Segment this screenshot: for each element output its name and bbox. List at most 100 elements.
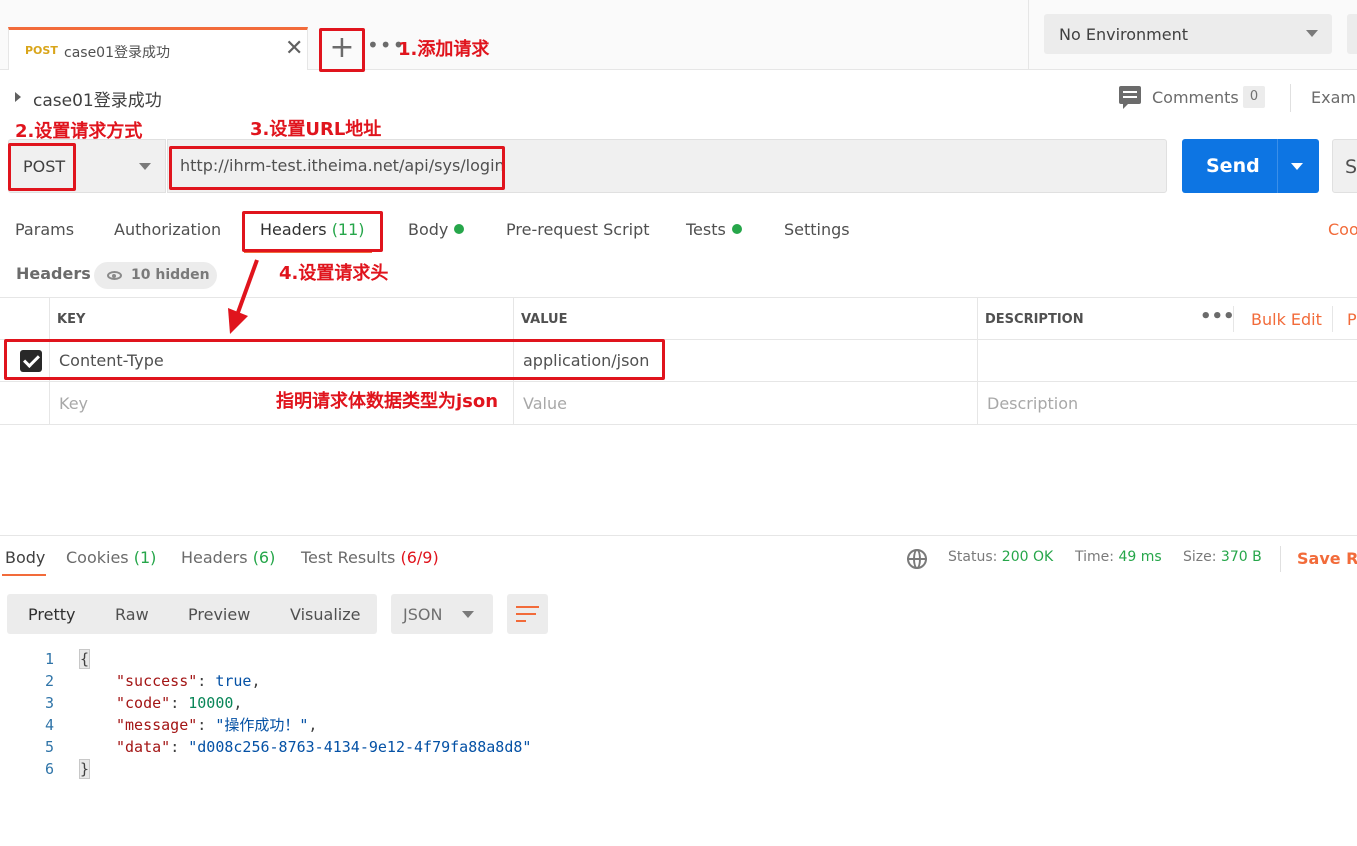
view-tab-pretty[interactable]: Pretty [28, 605, 75, 624]
response-view-tabs: Pretty Raw Preview Visualize [7, 594, 377, 634]
divider [1277, 139, 1278, 193]
json-value: "操作成功！" [215, 716, 309, 734]
bulk-edit-button[interactable]: Bulk Edit [1251, 310, 1322, 329]
environment-select[interactable]: No Environment [1044, 14, 1332, 54]
json-key: "code" [116, 694, 171, 712]
save-label: Sa [1345, 156, 1357, 178]
tab-settings[interactable]: Settings [784, 220, 850, 239]
time-value[interactable]: 49 ms [1118, 549, 1161, 565]
table-row: Content-Type application/json [0, 340, 1357, 382]
format-label: JSON [403, 605, 443, 624]
code-line: "code": 10000, [116, 694, 243, 712]
view-tab-preview[interactable]: Preview [188, 605, 250, 624]
header-enabled-checkbox[interactable] [20, 350, 42, 372]
new-key-input[interactable]: Key [59, 394, 88, 413]
json-brace: { [78, 649, 91, 669]
active-tab-indicator [2, 574, 46, 576]
test-results-label: Test Results [301, 548, 396, 567]
column-value: VALUE [521, 312, 568, 327]
environment-quick-look-button[interactable] [1347, 14, 1357, 54]
send-button[interactable]: Send [1182, 139, 1319, 193]
comments-count-badge: 0 [1243, 86, 1265, 108]
code-link[interactable]: Coo [1328, 220, 1357, 239]
response-tab-body[interactable]: Body [5, 548, 45, 567]
code-line: "message": "操作成功！", [116, 716, 318, 734]
annotation-add-request: 1.添加请求 [398, 39, 490, 60]
response-tab-test-results[interactable]: Test Results (6/9) [301, 548, 439, 567]
headers-section-title: Headers [16, 264, 91, 283]
tab-title: case01登录成功 [64, 45, 170, 61]
tab-headers-count: (11) [331, 220, 365, 239]
cookies-count: (1) [133, 548, 157, 567]
new-description-input[interactable]: Description [987, 394, 1078, 413]
tab-tests-label: Tests [686, 220, 726, 239]
hidden-headers-toggle[interactable]: 10 hidden [94, 262, 217, 289]
close-icon[interactable]: ✕ [285, 38, 303, 60]
chevron-down-icon [462, 611, 474, 618]
column-key: KEY [57, 312, 86, 327]
divider [513, 382, 514, 425]
json-key: "data" [116, 738, 171, 756]
time-label: Time: [1075, 549, 1114, 565]
comments-button[interactable]: Comments [1152, 88, 1239, 107]
send-label: Send [1206, 155, 1260, 177]
annotation-set-headers: 4.设置请求头 [279, 263, 389, 284]
json-brace: } [78, 759, 91, 779]
json-value: 10000 [188, 694, 234, 712]
response-headers-count: (6) [252, 548, 276, 567]
save-button[interactable]: Sa [1332, 139, 1357, 193]
tab-tests[interactable]: Tests [686, 220, 742, 239]
save-response-button[interactable]: Save Re [1297, 549, 1357, 568]
status-value[interactable]: 200 OK [1002, 549, 1053, 565]
column-description: DESCRIPTION [985, 312, 1084, 327]
divider [1332, 306, 1333, 332]
request-tab[interactable]: POST case01登录成功 ✕ [8, 27, 308, 70]
presets-button[interactable]: P [1347, 310, 1357, 329]
tab-body[interactable]: Body [408, 220, 465, 239]
more-options-icon[interactable]: ••• [1200, 306, 1235, 327]
tab-headers[interactable]: Headers (11) [260, 220, 365, 239]
tab-params[interactable]: Params [15, 220, 74, 239]
test-results-count: (6/9) [400, 548, 439, 567]
header-key-cell[interactable]: Content-Type [59, 351, 164, 370]
view-tab-raw[interactable]: Raw [115, 605, 149, 624]
response-tab-headers[interactable]: Headers (6) [181, 548, 275, 567]
tab-body-label: Body [408, 220, 449, 239]
request-title[interactable]: case01登录成功 [33, 86, 162, 111]
method-label: POST [23, 157, 66, 176]
header-value-cell[interactable]: application/json [523, 351, 649, 370]
divider [513, 298, 514, 340]
new-value-input[interactable]: Value [523, 394, 567, 413]
divider [0, 535, 1357, 536]
examples-button[interactable]: Examp [1311, 88, 1357, 107]
line-number: 5 [44, 738, 54, 756]
tab-authorization[interactable]: Authorization [114, 220, 221, 239]
format-select[interactable]: JSON [391, 594, 493, 634]
tab-pre-request-script[interactable]: Pre-request Script [506, 220, 650, 239]
collapse-caret-icon[interactable] [15, 92, 21, 102]
status-readout: Status: 200 OK [948, 549, 1053, 565]
view-tab-visualize[interactable]: Visualize [290, 605, 360, 624]
response-headers-label: Headers [181, 548, 248, 567]
eye-icon [107, 271, 122, 280]
size-value[interactable]: 370 B [1221, 549, 1262, 565]
annotation-set-method: 2.设置请求方式 [15, 121, 143, 142]
headers-table: KEY VALUE DESCRIPTION ••• Bulk Edit P Co… [0, 297, 1357, 425]
annotation-json-type: 指明请求体数据类型为json [276, 391, 499, 412]
response-tab-cookies[interactable]: Cookies (1) [66, 548, 156, 567]
wrap-lines-icon[interactable] [507, 594, 548, 634]
comments-icon[interactable] [1119, 86, 1141, 109]
status-dot [731, 224, 742, 234]
globe-icon[interactable] [907, 549, 927, 569]
environment-label: No Environment [1059, 25, 1189, 44]
url-input[interactable]: http://ihrm-test.itheima.net/api/sys/log… [167, 139, 1167, 193]
method-select[interactable]: POST [8, 139, 166, 193]
code-line: { [78, 648, 91, 670]
tab-headers-label: Headers [260, 220, 327, 239]
divider [1028, 0, 1029, 70]
divider [49, 298, 50, 340]
divider [513, 340, 514, 382]
status-dot [454, 224, 465, 234]
chevron-down-icon[interactable] [1291, 163, 1303, 170]
new-tab-button[interactable]: + [321, 30, 363, 68]
